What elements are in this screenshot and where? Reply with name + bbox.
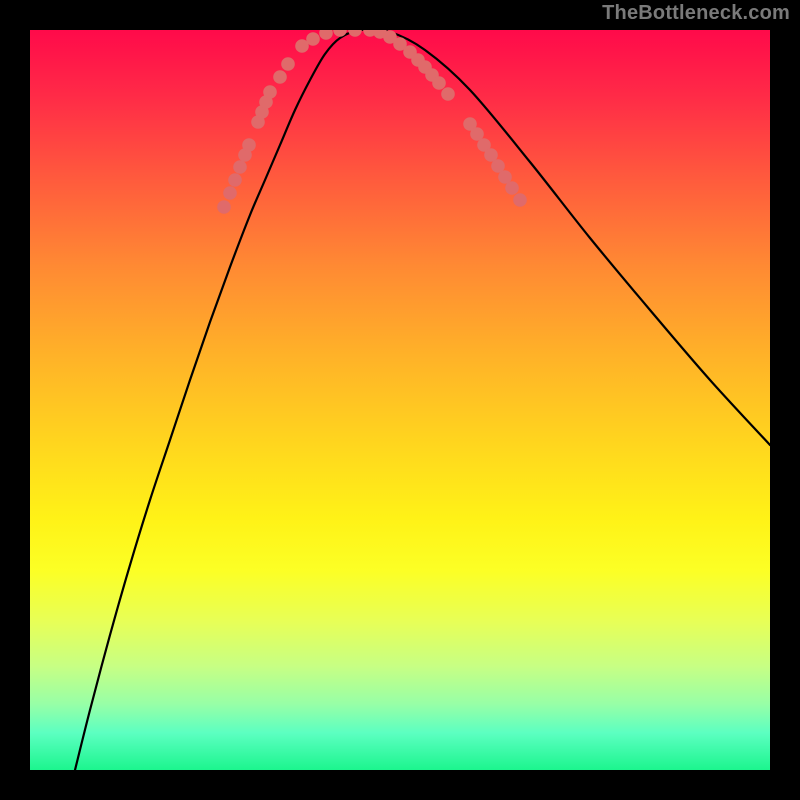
bottleneck-curve [75, 30, 770, 770]
curve-layer [30, 30, 770, 770]
curve-bead [319, 30, 333, 40]
curve-bead [233, 160, 247, 174]
curve-beads [217, 30, 527, 214]
gradient-plot-area [30, 30, 770, 770]
curve-bead [273, 70, 287, 84]
curve-bead [242, 138, 256, 152]
curve-bead [441, 87, 455, 101]
curve-bead [228, 173, 242, 187]
curve-bead [306, 32, 320, 46]
chart-stage: TheBottleneck.com [0, 0, 800, 800]
curve-bead [223, 186, 237, 200]
curve-bead [217, 200, 231, 214]
curve-bead [513, 193, 527, 207]
curve-bead [505, 181, 519, 195]
curve-bead [263, 85, 277, 99]
watermark-text: TheBottleneck.com [602, 2, 790, 25]
curve-bead [348, 30, 362, 37]
curve-bead [281, 57, 295, 71]
curve-bead [432, 76, 446, 90]
